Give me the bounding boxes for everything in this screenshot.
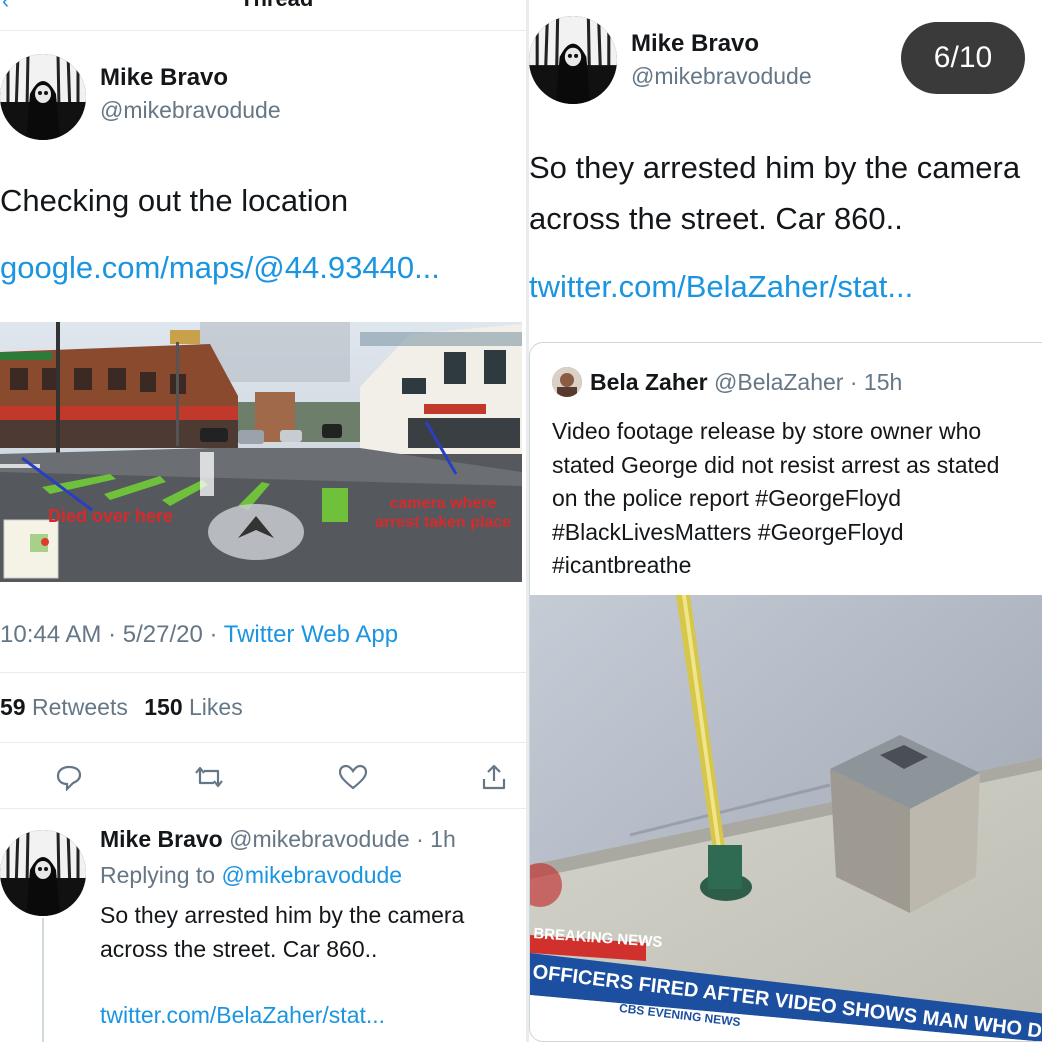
avatar-image xyxy=(529,16,617,104)
tweet-client[interactable]: Twitter Web App xyxy=(224,621,398,648)
quoted-author-handle[interactable]: @BelaZaher xyxy=(714,369,843,395)
image-annotation-camera: camera where arrest taken place xyxy=(374,495,512,531)
retweet-icon[interactable] xyxy=(192,760,226,794)
tweet-text-line-1: So they arrested him by the camera xyxy=(529,150,1021,185)
tweet-meta: 10:44 AM · 5/27/20 · Twitter Web App xyxy=(0,621,398,649)
reply-link[interactable]: twitter.com/BelaZaher/stat... xyxy=(100,1002,385,1029)
tweet-text-line-2: across the street. Car 860.. xyxy=(529,201,903,236)
quoted-text-line: on the police report #GeorgeFloyd xyxy=(552,485,902,511)
quoted-text-line: stated George did not resist arrest as s… xyxy=(552,451,1000,478)
replying-to-prefix: Replying to xyxy=(100,862,216,888)
thread-header-title: Thread xyxy=(240,0,313,12)
quoted-video-image[interactable]: BREAKING NEWS OFFICERS FIRED AFTER VIDEO… xyxy=(530,595,1042,1041)
quoted-tweet-card[interactable]: Bela Zaher @BelaZaher · 15h Video footag… xyxy=(529,342,1042,1042)
replying-to-handle[interactable]: @mikebravodude xyxy=(221,862,402,888)
tweet-link[interactable]: twitter.com/BelaZaher/stat... xyxy=(529,269,913,305)
heart-icon[interactable] xyxy=(336,760,370,794)
page-counter-badge: 6/10 xyxy=(901,22,1025,94)
reply-time: 1h xyxy=(430,826,456,852)
street-view-image[interactable]: Died over here camera where arrest taken… xyxy=(0,322,522,582)
thread-connector xyxy=(42,918,44,1042)
likes-count[interactable]: 150 xyxy=(144,694,182,720)
retweets-label[interactable]: Retweets xyxy=(32,694,128,720)
tweet-link[interactable]: google.com/maps/@44.93440... xyxy=(0,250,440,286)
quoted-time: 15h xyxy=(863,369,903,395)
reply-text-line-2: across the street. Car 860.. xyxy=(100,936,378,962)
back-arrow-icon[interactable]: ‹ xyxy=(2,0,9,14)
quoted-author-name[interactable]: Bela Zaher xyxy=(590,369,708,395)
reply-header: Mike Bravo @mikebravodude · 1h xyxy=(100,826,456,853)
tweet-time: 10:44 AM xyxy=(0,621,102,648)
tweet-date: 5/27/20 xyxy=(122,621,203,648)
avatar[interactable] xyxy=(0,54,86,140)
quoted-text-line: #BlackLivesMatters #GeorgeFloyd xyxy=(552,518,904,545)
reply-text-line-1: So they arrested him by the camera xyxy=(100,902,465,928)
quoted-avatar[interactable] xyxy=(552,367,582,397)
quoted-header: Bela Zaher @BelaZaher · 15h xyxy=(590,369,902,396)
reply-avatar[interactable] xyxy=(0,830,86,916)
right-tweet-panel: Mike Bravo @mikebravodude 6/10 So they a… xyxy=(529,0,1042,1042)
tweet-text: Checking out the location xyxy=(0,183,349,218)
left-tweet-panel: ‹ Thread Mike Bravo @mikebravodude Check… xyxy=(0,0,526,1042)
quoted-text: Video footage release by store owner who… xyxy=(552,415,1042,583)
author-handle[interactable]: @mikebravodude xyxy=(100,97,281,124)
image-annotation-died: Died over here xyxy=(48,506,174,526)
author-name[interactable]: Mike Bravo xyxy=(631,30,759,58)
retweets-count[interactable]: 59 xyxy=(0,694,26,720)
tweet-stats: 59 Retweets 150 Likes xyxy=(0,694,243,721)
author-name[interactable]: Mike Bravo xyxy=(100,64,228,92)
avatar-image xyxy=(0,830,86,916)
author-handle[interactable]: @mikebravodude xyxy=(631,63,812,90)
meta-separator: · xyxy=(209,621,224,648)
quoted-text-line: Video footage release by store owner who xyxy=(552,418,982,444)
likes-label[interactable]: Likes xyxy=(189,694,243,720)
quoted-text-line: #icantbreathe xyxy=(552,552,692,578)
share-icon[interactable] xyxy=(477,760,511,794)
meta-separator: · xyxy=(409,826,431,852)
replying-to: Replying to @mikebravodude xyxy=(100,862,402,889)
avatar-image xyxy=(0,54,86,140)
reply-author-name[interactable]: Mike Bravo xyxy=(100,826,223,852)
avatar[interactable] xyxy=(529,16,617,104)
reply-author-handle[interactable]: @mikebravodude xyxy=(229,826,410,852)
reply-icon[interactable] xyxy=(52,760,86,794)
street-view-graphic xyxy=(0,322,522,582)
meta-separator: · xyxy=(108,621,123,648)
thread-header: ‹ Thread xyxy=(0,0,526,14)
meta-separator: · xyxy=(843,369,864,395)
